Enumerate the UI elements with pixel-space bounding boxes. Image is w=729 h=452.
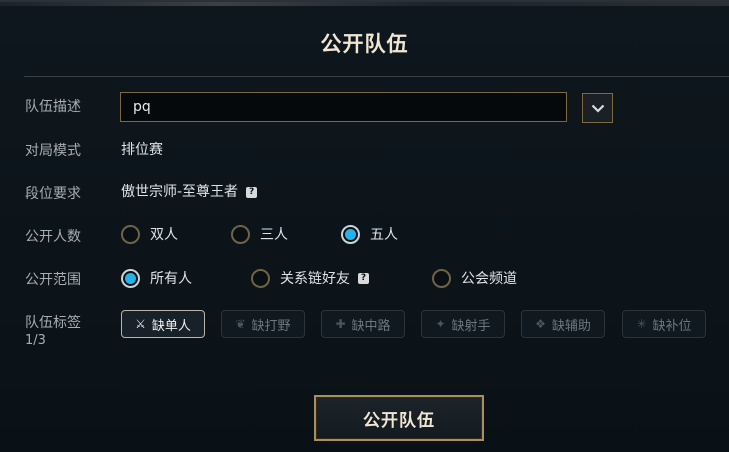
rank-label: 段位要求 [25, 186, 81, 202]
scope-label: 公开范围 [25, 272, 81, 288]
chevron-down-icon [591, 104, 604, 113]
help-icon[interactable]: ? [358, 273, 369, 284]
mid-lane-icon: ✚ [335, 317, 346, 331]
solo-lane-icon: ⚔ [135, 317, 146, 331]
publish-team-button[interactable]: 公开队伍 [314, 395, 484, 441]
radio-circle [231, 225, 250, 244]
radio-circle-selected [121, 269, 140, 288]
support-icon: ❖ [535, 317, 546, 331]
tag-marksman[interactable]: ✦ 缺射手 [421, 310, 505, 338]
radio-label: 关系链好友 [280, 270, 350, 287]
tag-mid-lane[interactable]: ✚ 缺中路 [321, 310, 405, 338]
radio-player-count-2[interactable]: 双人 [121, 225, 178, 244]
radio-label: 公会频道 [461, 270, 517, 287]
tag-solo-lane[interactable]: ⚔ 缺单人 [121, 310, 205, 338]
tags-count: 1/3 [25, 333, 46, 348]
top-border [0, 2, 729, 6]
mode-label: 对局模式 [25, 143, 81, 159]
help-icon[interactable]: ? [246, 186, 258, 198]
tag-support[interactable]: ❖ 缺辅助 [521, 310, 605, 338]
tag-label: 缺打野 [251, 318, 291, 334]
tag-label: 缺辅助 [551, 318, 591, 334]
dialog-title: 公开队伍 [320, 32, 409, 56]
radio-player-count-3[interactable]: 三人 [231, 225, 288, 244]
radio-scope-friends[interactable]: 关系链好友 ? [251, 269, 369, 288]
rank-value: 傲世宗师-至尊王者 [121, 184, 239, 200]
tag-label: 缺单人 [151, 318, 191, 334]
radio-label: 三人 [260, 226, 288, 243]
description-dropdown-button[interactable] [582, 93, 613, 123]
publish-team-dialog: 公开队伍 队伍描述 对局模式 排位赛 段位要求 傲世宗师-至尊王者? 公开人数 … [0, 0, 729, 452]
tag-label: 缺射手 [451, 318, 491, 334]
radio-player-count-5[interactable]: 五人 [341, 225, 398, 244]
radio-label: 五人 [370, 226, 398, 243]
fill-icon: ✳ [636, 317, 647, 331]
tags-label: 队伍标签 [25, 315, 81, 331]
player-count-label: 公开人数 [25, 229, 81, 245]
radio-circle-selected [341, 225, 360, 244]
radio-circle [121, 225, 140, 244]
radio-scope-everyone[interactable]: 所有人 [121, 269, 192, 288]
mode-value: 排位赛 [121, 142, 163, 158]
radio-scope-guild[interactable]: 公会频道 [432, 269, 517, 288]
title-divider [24, 76, 729, 77]
radio-label: 双人 [150, 226, 178, 243]
description-input[interactable] [120, 92, 567, 122]
tag-jungle[interactable]: ❦ 缺打野 [221, 310, 305, 338]
description-label: 队伍描述 [25, 99, 81, 115]
radio-circle [432, 269, 451, 288]
tag-fill[interactable]: ✳ 缺补位 [622, 310, 706, 338]
rank-value-wrap: 傲世宗师-至尊王者? [121, 183, 258, 201]
tag-label: 缺中路 [351, 318, 391, 334]
marksman-icon: ✦ [435, 317, 446, 331]
tag-label: 缺补位 [652, 318, 692, 334]
radio-label: 所有人 [150, 270, 192, 287]
radio-circle [251, 269, 270, 288]
jungle-icon: ❦ [235, 317, 246, 331]
